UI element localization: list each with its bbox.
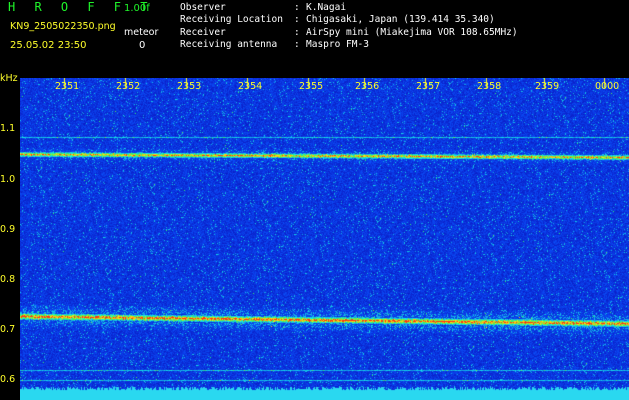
frequency-axis: kHz 1.1 1.0 0.9 0.8 0.7 0.6 [0,73,20,400]
station-info: Observer: K.Nagai Receiving Location: Chig… [180,2,518,51]
y-unit-label: kHz [0,73,18,84]
x-tick-label: 2352 [116,81,141,92]
y-tick-label: 0.9 [0,224,16,235]
app-version: 1.00f [124,3,150,14]
spectrogram-canvas [20,78,629,400]
y-tick-label: 0.8 [0,274,16,285]
meteor-count: 0 [139,40,146,51]
y-tick-label: 1.0 [0,174,16,185]
x-tick-label: 2351 [55,81,80,92]
file-name: KN9_2505022350.png [10,21,116,32]
x-tick-label: 2353 [177,81,202,92]
y-tick-label: 0.7 [0,324,16,335]
info-row-receiver: Receiver: AirSpy mini (Miakejima VOR 108.… [180,26,518,38]
info-row-location: Receiving Location: Chigasaki, Japan (139… [180,14,495,26]
x-tick-label: 2354 [238,81,263,92]
meteor-label: meteor [124,27,159,38]
info-row-antenna: Receiving antenna: Maspro FM-3 [180,38,369,50]
y-tick-label: 0.6 [0,374,16,385]
timestamp: 25.05.02 23:50 [10,40,87,51]
x-tick-label: 2355 [299,81,324,92]
y-tick-label: 1.1 [0,123,16,134]
info-row-observer: Observer: K.Nagai [180,2,347,13]
header-panel: H R O F F T 1.00f KN9_2505022350.png met… [0,0,629,78]
x-tick-label: 2359 [535,81,560,92]
x-tick-label: 2357 [416,81,441,92]
x-tick-label: 2356 [355,81,380,92]
x-tick-label: 0000 [595,81,620,92]
x-tick-label: 2358 [477,81,502,92]
